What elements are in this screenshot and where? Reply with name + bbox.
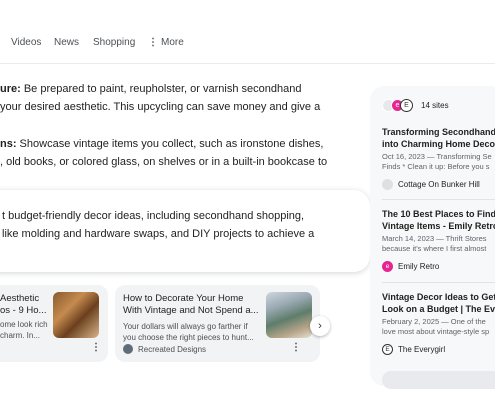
site-favicon: E (382, 344, 393, 355)
card-snippet: Your dollars will always go farther if y… (123, 321, 254, 343)
paragraph-heading: ns: (0, 138, 17, 150)
source-title-line: The 10 Best Places to Find (382, 209, 495, 219)
source-site: e Emily Retro (382, 261, 495, 272)
source-title-line: Vintage Decor Ideas to Get (382, 292, 495, 302)
card-snippet-line: you choose the right pieces to hunt... (123, 333, 254, 342)
source-snippet: March 14, 2023 — Thrift Stores because i… (382, 234, 495, 254)
card-snippet-line: Your dollars will always go farther if (123, 322, 248, 331)
source-snippet-line: Oct 16, 2023 — Transforming Se (382, 152, 492, 161)
overview-paragraph: ns: Showcase vintage items you collect, … (0, 135, 328, 171)
source-title: Transforming Secondhand into Charming Ho… (382, 126, 495, 150)
paragraph-line: your desired aesthetic. This upcycling c… (0, 101, 321, 113)
source-item[interactable]: Vintage Decor Ideas to Get Look on a Bud… (382, 291, 495, 355)
site-favicon: E (400, 99, 413, 112)
source-snippet-line: February 2, 2025 — One of the (382, 317, 486, 326)
source-snippet-line: because it's where I first almost (382, 244, 487, 253)
result-card[interactable]: How to Decorate Your Home With Vintage a… (115, 285, 320, 362)
source-divider (382, 199, 495, 200)
card-snippet-line: ome look rich (0, 320, 48, 329)
more-vert-icon: ⋮ (148, 36, 158, 48)
source-item[interactable]: Transforming Secondhand into Charming Ho… (382, 126, 495, 190)
show-all-button[interactable] (382, 371, 495, 389)
source-site-name: Cottage On Bunker Hill (398, 180, 480, 189)
more-vert-icon[interactable]: ⋮ (91, 343, 101, 353)
card-source-name: Recreated Designs (138, 344, 207, 354)
card-title: Aesthetic os - 9 Ho... (0, 293, 46, 317)
compass-icon (123, 344, 133, 354)
site-favicon (382, 179, 393, 190)
paragraph-heading: ure: (0, 83, 21, 95)
overview-paragraph: ure: Be prepared to paint, reupholster, … (0, 80, 320, 116)
source-snippet: Oct 16, 2023 — Transforming Se Finds * C… (382, 152, 495, 172)
tabs-divider (0, 63, 495, 64)
source-site: E The Everygirl (382, 344, 495, 355)
source-title: The 10 Best Places to Find Vintage Items… (382, 208, 495, 232)
source-title-line: Transforming Secondhand (382, 127, 495, 137)
source-snippet-line: Finds * Clean it up: Before you s (382, 162, 490, 171)
source-title-line: into Charming Home Decor (382, 139, 495, 149)
source-site-name: The Everygirl (398, 345, 446, 354)
summary-text: t budget-friendly decor ideas, including… (0, 207, 314, 243)
chevron-right-icon: › (318, 320, 322, 332)
tab-shopping[interactable]: Shopping (93, 37, 135, 48)
source-snippet: February 2, 2025 — One of the love most … (382, 317, 495, 337)
card-snippet-line: charm. In... (0, 331, 41, 340)
card-title-line: How to Decorate Your Home (123, 293, 244, 304)
source-site: Cottage On Bunker Hill (382, 179, 495, 190)
sources-count: 14 sites (421, 101, 449, 110)
card-thumbnail (266, 292, 312, 338)
summary-line: like molding and hardware swaps, and DIY… (2, 228, 315, 240)
card-source: Recreated Designs (123, 344, 206, 354)
result-card[interactable]: Aesthetic os - 9 Ho... ome look rich cha… (0, 285, 108, 362)
paragraph-line: , old books, or colored glass, on shelve… (0, 156, 328, 168)
paragraph-line: Be prepared to paint, reupholster, or va… (20, 83, 302, 95)
card-title-line: With Vintage and Not Spend a... (123, 305, 259, 316)
summary-line: t budget-friendly decor ideas, including… (2, 210, 305, 222)
tab-more[interactable]: ⋮ More (148, 37, 184, 48)
more-vert-icon[interactable]: ⋮ (291, 343, 301, 353)
card-thumbnail (53, 292, 99, 338)
sources-count-row[interactable]: e E 14 sites (382, 99, 449, 112)
source-title-line: Look on a Budget | The Every (382, 304, 495, 314)
card-snippet: ome look rich charm. In... (0, 319, 48, 341)
site-favicon: e (382, 261, 393, 272)
tab-more-label: More (161, 36, 184, 48)
source-title: Vintage Decor Ideas to Get Look on a Bud… (382, 291, 495, 315)
source-site-name: Emily Retro (398, 262, 440, 271)
paragraph-line: Showcase vintage items you collect, such… (16, 138, 324, 150)
source-snippet-line: love most about vintage-style sp (382, 327, 490, 336)
tab-news[interactable]: News (54, 37, 79, 48)
source-title-line: Vintage Items - Emily Retro (382, 221, 495, 231)
tab-videos[interactable]: Videos (11, 37, 41, 48)
card-title: How to Decorate Your Home With Vintage a… (123, 293, 259, 317)
card-title-line: Aesthetic (0, 293, 40, 304)
source-divider (382, 282, 495, 283)
carousel-next-button[interactable]: › (310, 316, 330, 336)
card-title-line: os - 9 Ho... (0, 305, 47, 316)
source-item[interactable]: The 10 Best Places to Find Vintage Items… (382, 208, 495, 272)
source-snippet-line: March 14, 2023 — Thrift Stores (382, 234, 487, 243)
